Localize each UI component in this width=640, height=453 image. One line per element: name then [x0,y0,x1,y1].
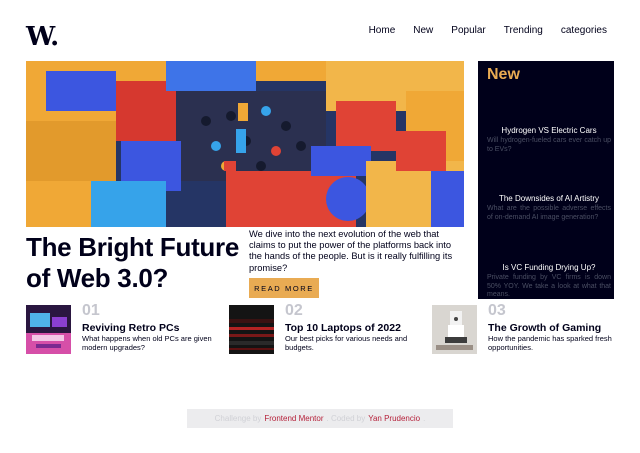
card-title[interactable]: Top 10 Laptops of 2022 [285,322,401,334]
attribution-prefix: Challenge by [214,414,262,423]
attribution: Challenge by Frontend Mentor . Coded by … [187,409,453,428]
article-card[interactable]: 02 Top 10 Laptops of 2022 Our best picks… [229,302,429,355]
hero-headline: The Bright Future of Web 3.0? [26,232,239,293]
card-desc: What happens when old PCs are given mode… [82,334,212,352]
nav-new[interactable]: New [413,25,433,36]
read-more-button[interactable]: READ MORE [249,278,319,298]
card-desc: How the pandemic has sparked fresh oppor… [488,334,612,352]
new-item-desc: What are the possible adverse effects of… [487,205,611,221]
new-item-desc: Will hydrogen-fueled cars ever catch up … [487,137,611,153]
hero-lead: We dive into the next evolution of the w… [249,229,453,273]
card-number: 01 [82,302,100,319]
nav-trending[interactable]: Trending [504,25,543,36]
new-item[interactable]: Hydrogen VS Electric Cars Will hydrogen-… [487,126,611,154]
main-nav: Home New Popular Trending categories [369,25,607,36]
new-panel-title: New [487,66,520,83]
card-title[interactable]: The Growth of Gaming [488,322,601,334]
article-card[interactable]: 03 The Growth of Gaming How the pandemic… [432,302,632,355]
article-card[interactable]: 01 Reviving Retro PCs What happens when … [26,302,226,355]
new-panel: New Hydrogen VS Electric Cars Will hydro… [478,61,614,299]
new-item[interactable]: Is VC Funding Drying Up? Private funding… [487,263,611,300]
site-logo[interactable]: W. [26,22,59,52]
nav-categories[interactable]: categories [561,25,607,36]
retro-pc-thumbnail[interactable] [26,305,71,354]
author-link[interactable]: Yan Prudencio [368,414,420,423]
gaming-thumbnail[interactable] [432,305,477,354]
new-item-title[interactable]: The Downsides of AI Artistry [487,194,611,204]
attribution-mid: . Coded by [326,414,366,423]
new-item-desc: Private funding by VC firms is down 50% … [487,274,611,298]
frontend-mentor-link[interactable]: Frontend Mentor [264,414,323,423]
attribution-suffix: . [423,414,426,423]
new-item-title[interactable]: Hydrogen VS Electric Cars [487,126,611,136]
hero-image [26,61,464,227]
new-item[interactable]: The Downsides of AI Artistry What are th… [487,194,611,222]
nav-home[interactable]: Home [369,25,396,36]
laptop-thumbnail[interactable] [229,305,274,354]
card-desc: Our best picks for various needs and bud… [285,334,408,352]
nav-popular[interactable]: Popular [451,25,485,36]
card-title[interactable]: Reviving Retro PCs [82,322,179,334]
card-number: 02 [285,302,303,319]
new-item-title[interactable]: Is VC Funding Drying Up? [487,263,611,273]
card-number: 03 [488,302,506,319]
